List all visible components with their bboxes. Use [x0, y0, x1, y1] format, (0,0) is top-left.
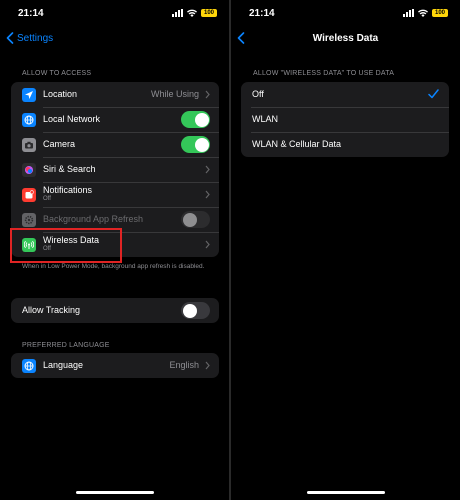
option-wlan-label: WLAN — [252, 114, 279, 124]
location-icon — [22, 88, 36, 102]
nav-bar: Wireless Data — [231, 30, 460, 50]
wifi-icon — [187, 9, 197, 17]
home-indicator — [306, 491, 385, 494]
nav-bar: Settings — [0, 30, 229, 50]
option-off-label: Off — [252, 89, 264, 99]
local-network-toggle[interactable] — [181, 111, 210, 128]
page-title: Wireless Data — [312, 33, 379, 44]
camera-row: Camera — [11, 132, 219, 157]
settings-screen: 21:14 100 Settings ALLOW TO ACCESS Locat… — [0, 0, 229, 500]
globe-icon — [22, 359, 36, 373]
location-label: Location — [43, 89, 78, 99]
location-value: While Using — [150, 89, 199, 99]
notifications-icon — [22, 188, 36, 202]
low-power-footnote: When in Low Power Mode, background app r… — [22, 263, 205, 270]
siri-icon — [22, 163, 36, 177]
status-time: 21:14 — [18, 8, 44, 19]
cellular-signal-icon — [403, 9, 414, 17]
globe-network-icon — [22, 113, 36, 127]
checkmark-icon — [428, 89, 439, 99]
background-refresh-label: Background App Refresh — [43, 214, 144, 224]
gear-icon — [22, 213, 36, 227]
back-button[interactable]: Settings — [6, 32, 53, 44]
chevron-right-icon — [205, 361, 210, 370]
wifi-icon — [418, 9, 428, 17]
status-bar: 21:14 100 — [0, 0, 229, 30]
chevron-left-icon — [6, 32, 14, 44]
chevron-right-icon — [205, 240, 210, 249]
option-off[interactable]: Off — [241, 82, 449, 107]
local-network-row: Local Network — [11, 107, 219, 132]
background-refresh-toggle — [181, 211, 210, 228]
allow-tracking-label: Allow Tracking — [22, 305, 81, 315]
battery-icon: 100 — [201, 9, 217, 17]
preferred-language-header: PREFERRED LANGUAGE — [22, 342, 110, 349]
chevron-right-icon — [205, 190, 210, 199]
back-label: Settings — [17, 32, 54, 44]
allow-tracking-toggle[interactable] — [181, 302, 210, 319]
notifications-subtitle: Off — [43, 196, 51, 202]
battery-icon: 100 — [432, 9, 448, 17]
chevron-right-icon — [205, 90, 210, 99]
option-wlan[interactable]: WLAN — [241, 107, 449, 132]
notifications-row[interactable]: Notifications Off — [11, 182, 219, 207]
status-time: 21:14 — [249, 8, 275, 19]
data-options-group: Off WLAN WLAN & Cellular Data — [241, 82, 449, 157]
notifications-label: Notifications — [43, 185, 93, 195]
home-indicator — [75, 491, 154, 494]
siri-search-label: Siri & Search — [43, 164, 96, 174]
camera-label: Camera — [43, 139, 76, 149]
use-data-header: ALLOW "WIRELESS DATA" TO USE DATA — [253, 70, 395, 77]
option-wlan-cellular-label: WLAN & Cellular Data — [252, 139, 342, 149]
camera-toggle[interactable] — [181, 136, 210, 153]
location-row[interactable]: Location While Using — [11, 82, 219, 107]
language-value: English — [169, 360, 199, 370]
tracking-group: Allow Tracking — [11, 298, 219, 323]
chevron-right-icon — [205, 165, 210, 174]
camera-icon — [22, 138, 36, 152]
local-network-label: Local Network — [43, 114, 101, 124]
option-wlan-cellular[interactable]: WLAN & Cellular Data — [241, 132, 449, 157]
language-row[interactable]: Language English — [11, 353, 219, 378]
allow-access-header: ALLOW TO ACCESS — [22, 70, 92, 77]
language-group: Language English — [11, 353, 219, 378]
wireless-data-highlight-box — [10, 228, 122, 263]
status-bar: 21:14 100 — [231, 0, 460, 30]
cellular-signal-icon — [172, 9, 183, 17]
language-label: Language — [43, 360, 84, 370]
allow-tracking-row: Allow Tracking — [11, 298, 219, 323]
siri-search-row[interactable]: Siri & Search — [11, 157, 219, 182]
wireless-data-screen: 21:14 100 Wireless Data ALLOW "WIRELESS … — [231, 0, 460, 500]
